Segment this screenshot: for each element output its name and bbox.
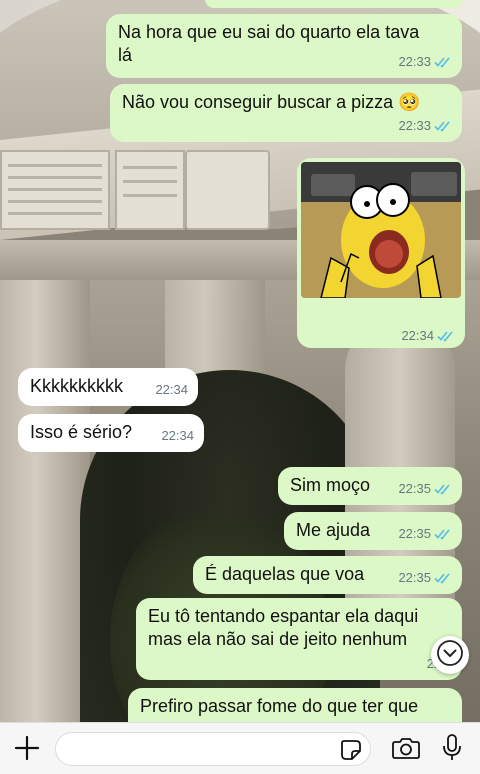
message-time: 22:35	[398, 481, 431, 496]
message-bubble[interactable]: Não vou conseguir buscar a pizza 🥺 22:33	[110, 84, 462, 142]
message-meta: 22:33	[398, 50, 452, 73]
message-list[interactable]: Na hora que eu sai do quarto ela tava lá…	[0, 0, 480, 722]
message-meta: 22:35	[398, 522, 452, 545]
message-time: 22:33	[398, 54, 431, 69]
double-check-icon	[434, 528, 452, 540]
message-time: 22:34	[161, 428, 194, 443]
message-text: Não vou conseguir buscar a pizza 🥺	[122, 92, 421, 112]
homer-scared-meme-image[interactable]	[301, 162, 461, 298]
message-time: 22:34	[401, 328, 434, 343]
plus-icon[interactable]	[14, 735, 40, 761]
message-time: 22:35	[398, 570, 431, 585]
message-input[interactable]	[56, 733, 326, 765]
message-meta: 22:35	[398, 477, 452, 500]
message-time: 22:34	[155, 382, 188, 397]
message-time: 22:33	[398, 118, 431, 133]
message-input-container[interactable]	[55, 732, 371, 766]
microphone-icon[interactable]	[442, 734, 462, 762]
message-bubble[interactable]: Prefiro passar fome do que ter que	[128, 688, 462, 722]
message-bubble[interactable]: Eu tô tentando espantar ela daqui mas el…	[136, 598, 462, 680]
message-time: 22:35	[398, 526, 431, 541]
message-text: Eu tô tentando espantar ela daqui mas el…	[148, 606, 419, 649]
message-meta: 22:34	[401, 328, 455, 343]
message-meta: 22:35	[398, 566, 452, 589]
chevron-down-icon	[436, 639, 464, 672]
message-bubble[interactable]: Isso é sério? 22:34	[18, 414, 204, 452]
double-check-icon	[434, 120, 452, 132]
message-text: Prefiro passar fome do que ter que	[140, 696, 419, 716]
message-bubble[interactable]: Sim moço 22:35	[278, 467, 462, 505]
message-bubble[interactable]: Me ajuda 22:35	[284, 512, 462, 550]
message-input-bar	[0, 722, 480, 774]
message-bubble[interactable]: É daquelas que voa 22:35	[193, 556, 462, 594]
sticker-icon[interactable]	[340, 739, 362, 761]
camera-icon[interactable]	[392, 736, 420, 760]
message-bubble[interactable]: Kkkkkkkkkk 22:34	[18, 368, 198, 406]
double-check-icon	[434, 483, 452, 495]
message-meta: 22:34	[155, 378, 188, 401]
message-bubble[interactable]: Na hora que eu sai do quarto ela tava lá…	[106, 14, 462, 78]
double-check-icon	[434, 572, 452, 584]
message-bubble-cut[interactable]	[205, 0, 463, 8]
message-meta: 22:34	[161, 424, 194, 447]
double-check-icon	[437, 330, 455, 342]
scroll-to-bottom-button[interactable]	[431, 636, 469, 674]
double-check-icon	[434, 56, 452, 68]
message-meta: 22:33	[398, 114, 452, 137]
image-message[interactable]: 22:34	[297, 158, 465, 348]
